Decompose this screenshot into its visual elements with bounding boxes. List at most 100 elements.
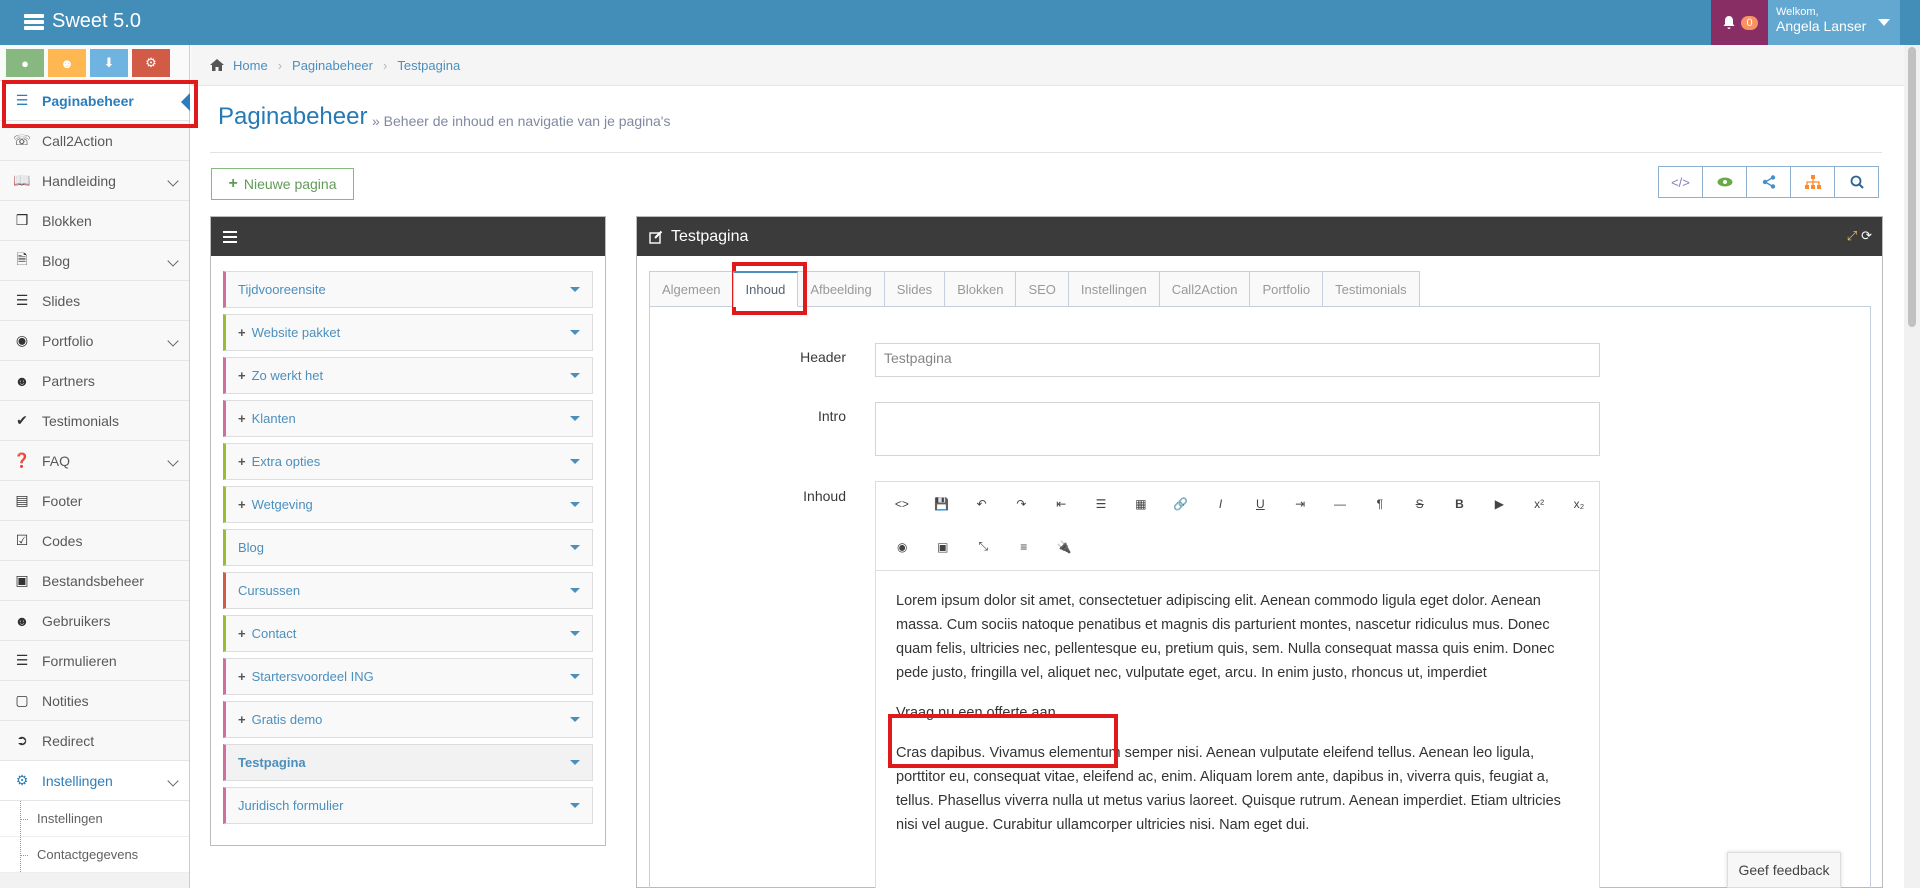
- caret-down-icon[interactable]: [570, 416, 580, 421]
- sidebar-item-call2action[interactable]: ☏ Call2Action: [0, 121, 189, 161]
- caret-down-icon[interactable]: [570, 330, 580, 335]
- caret-down-icon[interactable]: [570, 717, 580, 722]
- tab-testimonials[interactable]: Testimonials: [1322, 271, 1420, 307]
- header-input[interactable]: Testpagina: [875, 343, 1600, 377]
- page-tree-item[interactable]: + Contact: [223, 615, 593, 652]
- sidebar-item-footer[interactable]: ▤ Footer: [0, 481, 189, 521]
- plus-icon[interactable]: +: [238, 325, 246, 340]
- page-tree-item[interactable]: Blog: [223, 529, 593, 566]
- superscript-button[interactable]: x²: [1519, 489, 1559, 519]
- italic-button[interactable]: I: [1201, 489, 1241, 519]
- editor-content[interactable]: Lorem ipsum dolor sit amet, consectetuer…: [875, 571, 1600, 888]
- sidebar-item-bestandsbeheer[interactable]: ▣ Bestandsbeheer: [0, 561, 189, 601]
- caret-down-icon[interactable]: [570, 545, 580, 550]
- expand-icon[interactable]: ⤢: [1847, 228, 1857, 244]
- plus-icon[interactable]: +: [238, 497, 246, 512]
- shortcut-download-button[interactable]: ⬇: [90, 49, 128, 77]
- sidebar-item-paginabeheer[interactable]: ☰ Paginabeheer: [0, 81, 190, 121]
- preview-button[interactable]: [1702, 166, 1747, 198]
- subscript-button[interactable]: x₂: [1559, 489, 1599, 519]
- sidebar-item-formulieren[interactable]: ☰ Formulieren: [0, 641, 189, 681]
- caret-down-icon[interactable]: [570, 459, 580, 464]
- sidebar-item-gebruikers[interactable]: ☻ Gebruikers: [0, 601, 189, 641]
- view-source-button[interactable]: </>: [1658, 166, 1703, 198]
- plus-icon[interactable]: +: [238, 626, 246, 641]
- page-tree-item[interactable]: + Klanten: [223, 400, 593, 437]
- sidebar-subitem-contactgegevens[interactable]: Contactgegevens: [0, 837, 189, 873]
- caret-down-icon[interactable]: [570, 373, 580, 378]
- plus-icon[interactable]: +: [238, 368, 246, 383]
- page-tree-item[interactable]: + Wetgeving: [223, 486, 593, 523]
- page-tree-item[interactable]: + Gratis demo: [223, 701, 593, 738]
- fullscreen-button[interactable]: ⤡: [963, 532, 1004, 562]
- bold-button[interactable]: B: [1440, 489, 1480, 519]
- plus-icon[interactable]: +: [238, 712, 246, 727]
- user-menu[interactable]: Welkom, Angela Lanser: [1768, 0, 1900, 45]
- underline-button[interactable]: U: [1240, 489, 1280, 519]
- sidebar-item-faq[interactable]: ❓ FAQ: [0, 441, 189, 481]
- page-scrollbar[interactable]: [1904, 45, 1920, 888]
- plus-icon[interactable]: +: [238, 669, 246, 684]
- hr-button[interactable]: —: [1320, 489, 1360, 519]
- caret-down-icon[interactable]: [570, 287, 580, 292]
- tab-portfolio[interactable]: Portfolio: [1249, 271, 1324, 307]
- table-button[interactable]: ▦: [1121, 489, 1161, 519]
- page-tree-item[interactable]: + Zo werkt het: [223, 357, 593, 394]
- shortcut-settings-button[interactable]: ⚙: [132, 49, 170, 77]
- plus-icon[interactable]: +: [238, 454, 246, 469]
- breadcrumb-page[interactable]: Testpagina: [397, 58, 460, 73]
- page-tree-item[interactable]: Tijdvooreensite: [223, 271, 593, 308]
- bars-icon[interactable]: [223, 230, 237, 243]
- paragraph-button[interactable]: ¶: [1360, 489, 1400, 519]
- plugin-button[interactable]: 🔌: [1044, 532, 1085, 562]
- notifications-button[interactable]: 0: [1711, 0, 1768, 45]
- align-button[interactable]: ≡: [1004, 532, 1045, 562]
- tab-seo[interactable]: SEO: [1015, 271, 1069, 307]
- sidebar-item-redirect[interactable]: ➲ Redirect: [0, 721, 189, 761]
- image-button[interactable]: ▣: [923, 532, 964, 562]
- sidebar-item-handleiding[interactable]: 📖 Handleiding: [0, 161, 189, 201]
- page-tree-item[interactable]: Juridisch formulier: [223, 787, 593, 824]
- search-button[interactable]: [1834, 166, 1879, 198]
- share-button[interactable]: [1746, 166, 1791, 198]
- undo-button[interactable]: ↶: [962, 489, 1002, 519]
- caret-down-icon[interactable]: [570, 502, 580, 507]
- tab-call2action[interactable]: Call2Action: [1158, 271, 1251, 307]
- sidebar-item-partners[interactable]: ☻ Partners: [0, 361, 189, 401]
- save-button[interactable]: 💾: [922, 489, 962, 519]
- sidebar-subitem-instellingen[interactable]: Instellingen: [0, 801, 189, 837]
- video-button[interactable]: ▶: [1479, 489, 1519, 519]
- refresh-icon[interactable]: ⟳: [1861, 228, 1872, 244]
- sidebar-item-blokken[interactable]: ❒ Blokken: [0, 201, 189, 241]
- page-tree-item[interactable]: + Website pakket: [223, 314, 593, 351]
- outdent-button[interactable]: ⇤: [1041, 489, 1081, 519]
- tab-slides[interactable]: Slides: [883, 271, 946, 307]
- caret-down-icon[interactable]: [570, 760, 580, 765]
- tab-algemeen[interactable]: Algemeen: [649, 271, 734, 307]
- tab-blokken[interactable]: Blokken: [944, 271, 1017, 307]
- tab-inhoud[interactable]: Inhoud: [732, 271, 799, 307]
- breadcrumb-home[interactable]: Home: [233, 58, 268, 73]
- shortcut-user-button[interactable]: ☻: [48, 49, 86, 77]
- code-button[interactable]: <>: [882, 489, 922, 519]
- feedback-button[interactable]: Geef feedback: [1727, 852, 1841, 888]
- scrollbar-thumb[interactable]: [1908, 47, 1916, 327]
- indent-button[interactable]: ⇥: [1280, 489, 1320, 519]
- list-ul-button[interactable]: ☰: [1081, 489, 1121, 519]
- page-tree-item[interactable]: Cursussen: [223, 572, 593, 609]
- sidebar-item-portfolio[interactable]: ◉ Portfolio: [0, 321, 189, 361]
- circle-button[interactable]: ◉: [882, 532, 923, 562]
- page-tree-item[interactable]: Testpagina: [223, 744, 593, 781]
- sidebar-item-notities[interactable]: ▢ Notities: [0, 681, 189, 721]
- tab-instellingen[interactable]: Instellingen: [1067, 271, 1160, 307]
- caret-down-icon[interactable]: [570, 674, 580, 679]
- tab-afbeelding[interactable]: Afbeelding: [797, 271, 885, 307]
- page-tree-item[interactable]: + Startersvoordeel ING: [223, 658, 593, 695]
- sidebar-item-codes[interactable]: ☑ Codes: [0, 521, 189, 561]
- plus-icon[interactable]: +: [238, 411, 246, 426]
- sidebar-item-blog[interactable]: 🗎 Blog: [0, 241, 189, 281]
- link-button[interactable]: 🔗: [1161, 489, 1201, 519]
- sitemap-button[interactable]: [1790, 166, 1835, 198]
- caret-down-icon[interactable]: [570, 803, 580, 808]
- brand[interactable]: Sweet 5.0: [24, 10, 141, 33]
